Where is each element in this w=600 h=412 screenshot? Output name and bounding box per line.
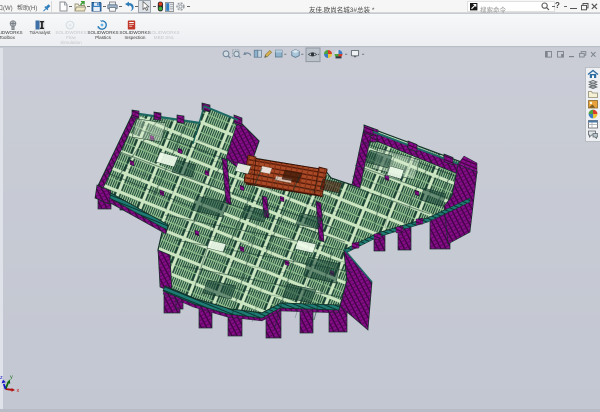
svg-text:z: z (0, 375, 3, 381)
svg-text:y: y (10, 375, 13, 381)
svg-text:x: x (17, 388, 20, 394)
